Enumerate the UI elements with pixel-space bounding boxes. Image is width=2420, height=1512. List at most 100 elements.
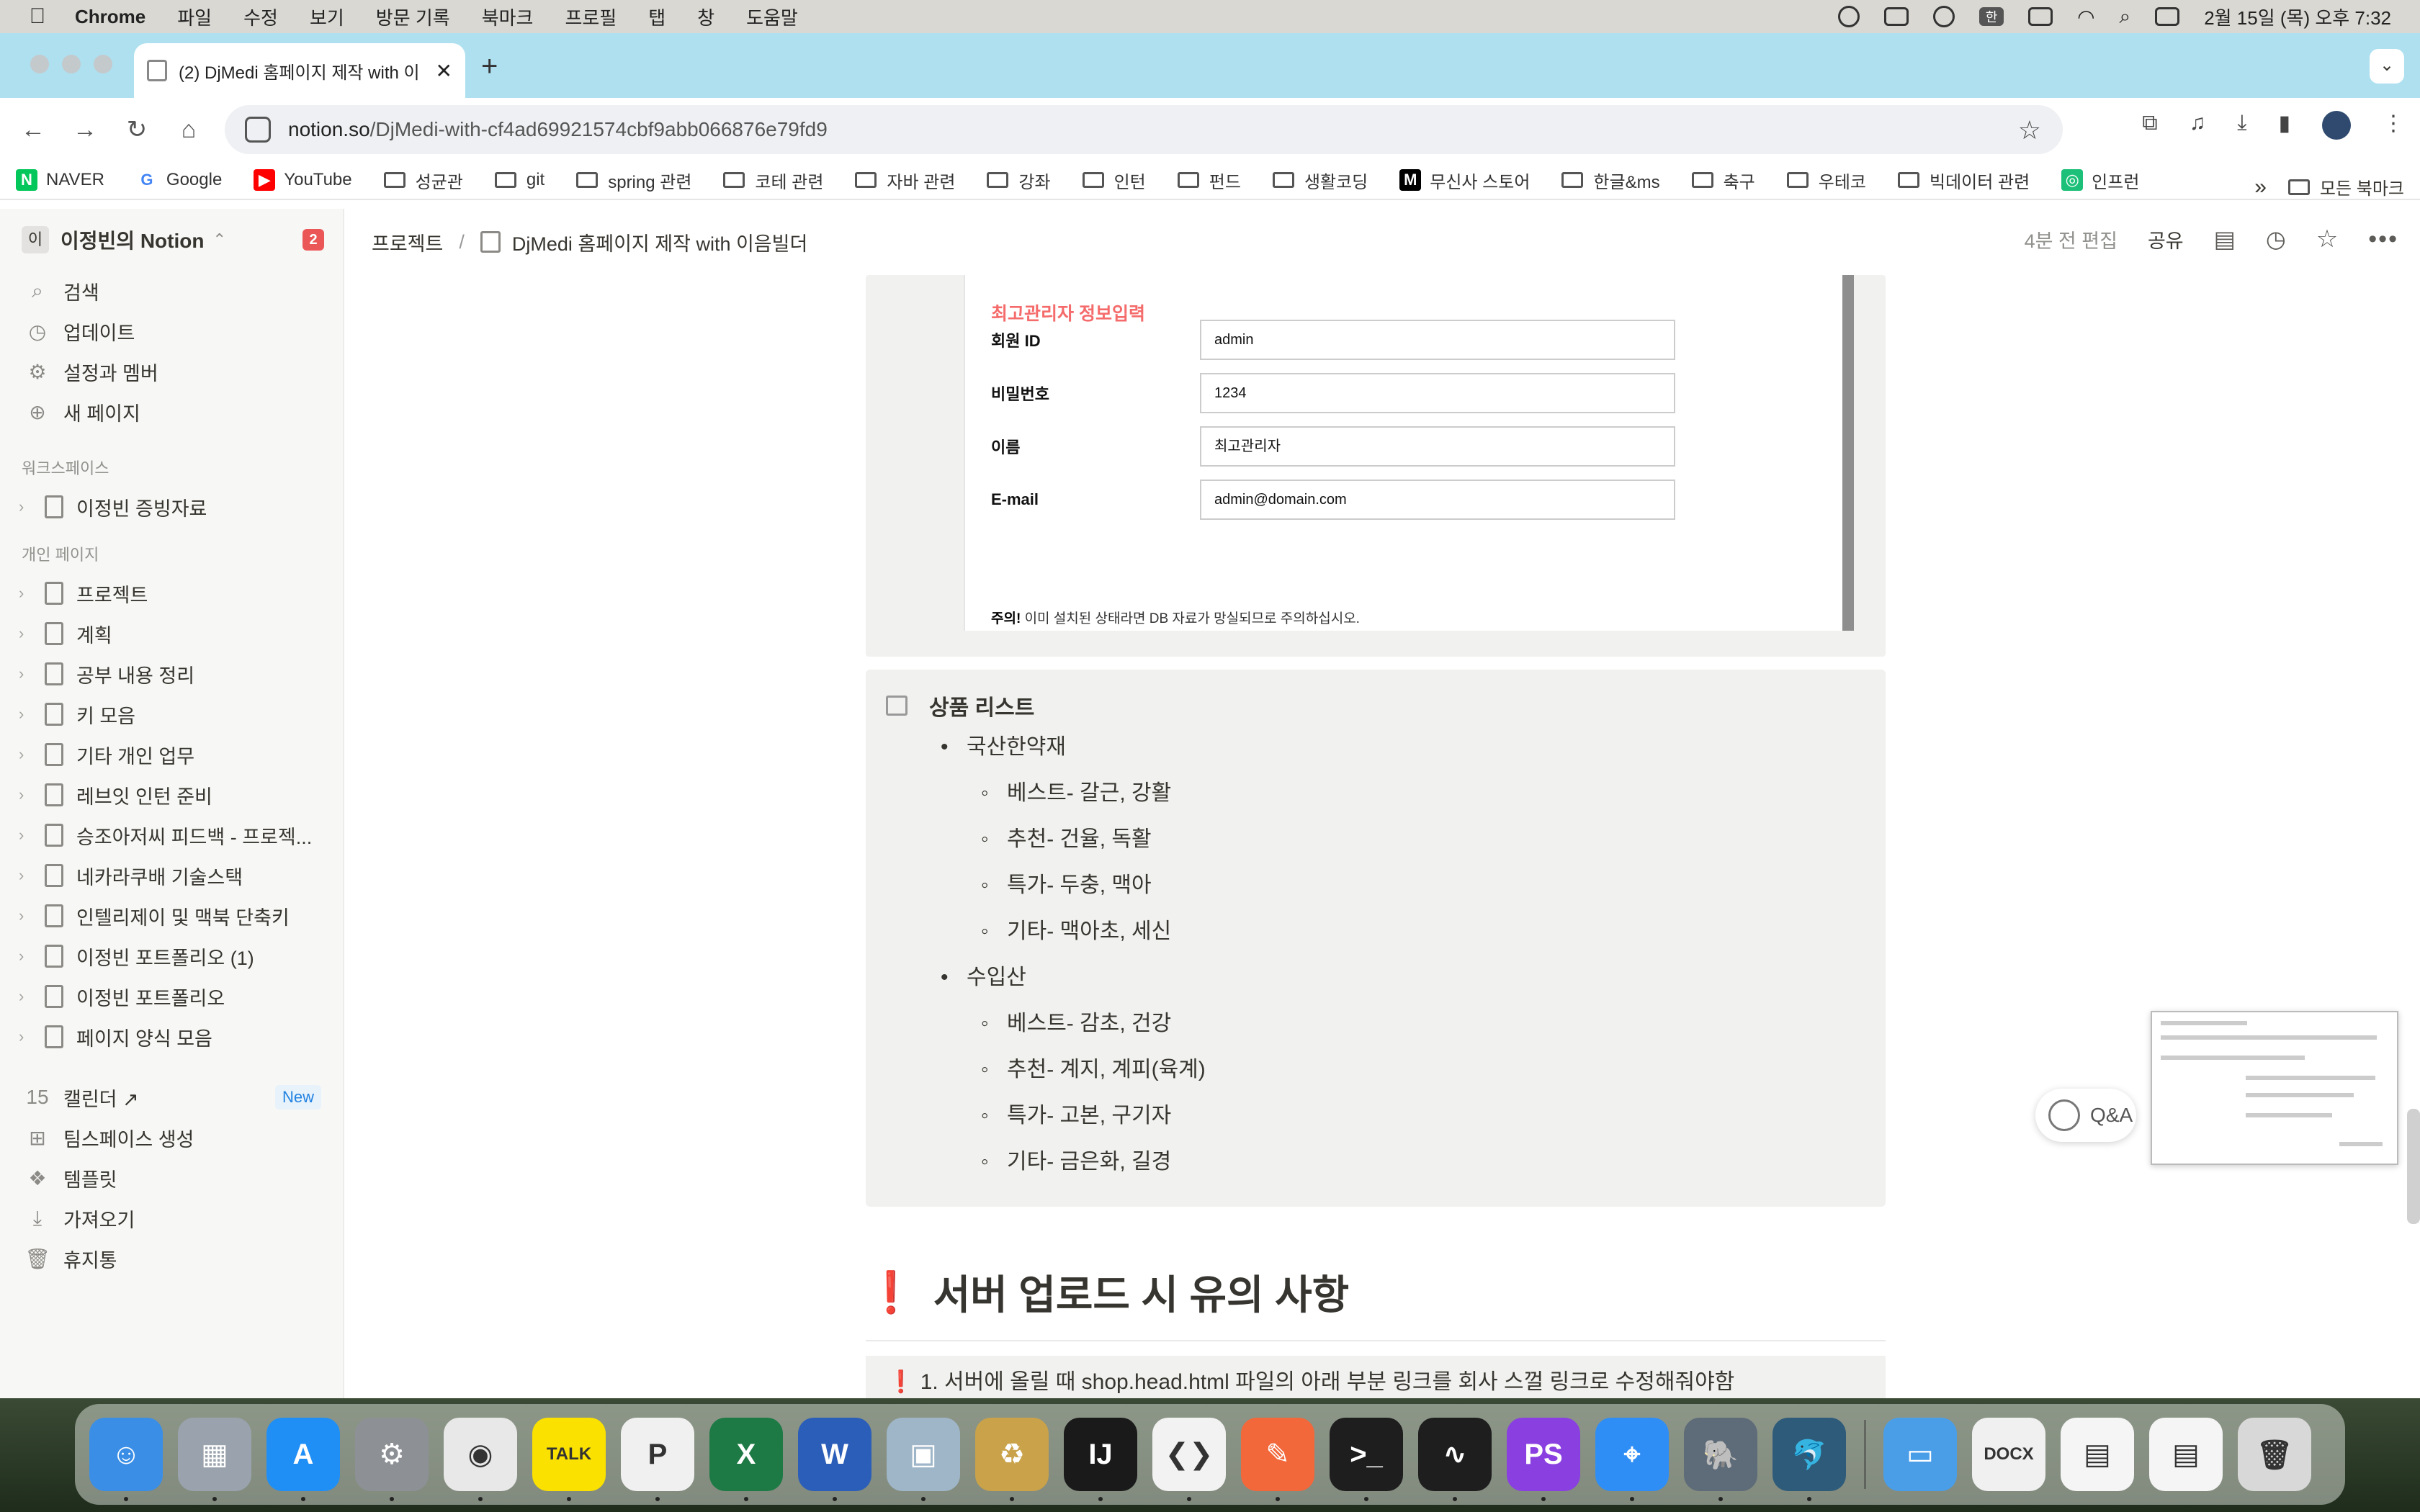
downloads-folder-icon[interactable]: ▭ [1883, 1418, 1957, 1491]
mysql-workbench-icon[interactable]: 🐬 [1773, 1418, 1846, 1501]
apple-icon[interactable]:  [16, 4, 59, 29]
last-edited[interactable]: 4분 전 편집 [2025, 225, 2118, 253]
chevron-right-icon[interactable]: › [19, 1027, 37, 1046]
share-button[interactable]: 공유 [2148, 225, 2184, 253]
menu-bookmarks[interactable]: 북마크 [482, 4, 534, 30]
sidebar-item-calendar[interactable]: 15 캘린더 ↗ New [0, 1077, 343, 1117]
sidebar-page[interactable]: › 승조아저씨 피드백 - 프로젝... [0, 815, 343, 855]
control-center-icon[interactable] [2155, 7, 2180, 26]
bookmark-item[interactable]: 축구 [1691, 168, 1755, 193]
site-info-icon[interactable] [245, 117, 271, 143]
back-icon[interactable]: ← [7, 116, 59, 144]
notification-icon[interactable] [1838, 6, 1860, 27]
recent-file-icon[interactable]: ▤ [2061, 1418, 2134, 1491]
profile-avatar[interactable] [2322, 111, 2351, 140]
docx-file-icon[interactable]: DOCX [1972, 1418, 2045, 1491]
chevron-right-icon[interactable]: › [19, 987, 37, 1006]
downloads-icon[interactable]: ⤓ [2237, 111, 2246, 140]
private-section-label[interactable]: 개인 페이지 [0, 537, 343, 573]
breadcrumb-project[interactable]: 프로젝트 [372, 228, 443, 256]
sidebar-page[interactable]: › 인텔리제이 및 맥북 단축키 [0, 896, 343, 936]
bookmark-item[interactable]: 강좌 [987, 168, 1051, 193]
system-settings-icon[interactable]: ⚙ [355, 1418, 429, 1501]
history-icon[interactable]: ◷ [2266, 225, 2286, 253]
bookmark-item[interactable]: G Google [135, 169, 222, 191]
qa-button[interactable]: Q&A [2035, 1089, 2136, 1142]
pen-tool-icon[interactable]: ✎ [1241, 1418, 1314, 1501]
bookmark-item[interactable]: spring 관련 [576, 168, 691, 193]
input-source-icon[interactable]: 한 [1979, 7, 2004, 26]
safari-icon[interactable]: ⌖ [1595, 1418, 1669, 1501]
bookmark-item[interactable]: ▶ YouTube [254, 169, 352, 191]
more-options-icon[interactable]: ••• [2368, 225, 2398, 253]
breadcrumb-page[interactable]: DjMedi 홈페이지 제작 with 이음빌더 [512, 228, 807, 256]
activity-monitor-icon[interactable]: ∿ [1418, 1418, 1492, 1501]
new-tab-button[interactable]: + [481, 50, 498, 83]
embedded-image-block[interactable]: 최고관리자 정보입력 회원 ID admin 비밀번호 1234 이름 최고관리자 E-ma… [866, 275, 1886, 657]
play-icon[interactable] [1933, 6, 1955, 27]
all-bookmarks-button[interactable]: 모든 북마크 [2287, 174, 2404, 199]
vscode-icon[interactable]: ❮❯ [1152, 1418, 1226, 1501]
menu-edit[interactable]: 수정 [243, 4, 278, 30]
menubar-clock[interactable]: 2월 15일 (목) 오후 7:32 [2204, 4, 2391, 30]
media-controls-icon[interactable]: ♫ [2190, 111, 2206, 140]
active-tab[interactable]: (2) DjMedi 홈페이지 제작 with 이 ✕ [134, 43, 465, 98]
tableplus-elephant-icon[interactable]: 🐘 [1684, 1418, 1757, 1501]
recent-file-2-icon[interactable]: ▤ [2149, 1418, 2223, 1491]
bookmark-item[interactable]: 한글&ms [1561, 168, 1660, 193]
sidebar-item-clock[interactable]: ◷ 업데이트 [0, 311, 343, 351]
chevron-right-icon[interactable]: › [19, 624, 37, 643]
bookmark-item[interactable]: 자바 관련 [855, 168, 955, 193]
comments-icon[interactable]: ▤ [2214, 225, 2236, 253]
menu-help[interactable]: 도움말 [746, 4, 798, 30]
sidebar-item-plus-circle[interactable]: ⊕ 새 페이지 [0, 392, 343, 432]
section-heading[interactable]: ❗ 서버 업로드 시 유의 사항 [866, 1263, 1886, 1341]
menu-view[interactable]: 보기 [310, 4, 344, 30]
bookmark-item[interactable]: 우테코 [1786, 168, 1866, 193]
chevron-right-icon[interactable]: › [19, 705, 37, 724]
archive-utility-icon[interactable]: ♻ [975, 1418, 1049, 1501]
sidebar-page[interactable]: › 프로젝트 [0, 573, 343, 613]
address-bar[interactable]: notion.so /DjMedi-with-cf4ad69921574cbf9… [225, 105, 2063, 154]
bookmark-item[interactable]: 펀드 [1177, 168, 1241, 193]
sidebar-page[interactable]: › 네카라쿠배 기술스택 [0, 855, 343, 896]
more-bookmarks-icon[interactable]: » [2254, 175, 2267, 199]
intellij-icon[interactable]: IJ [1064, 1418, 1137, 1501]
tab-search-button[interactable]: ⌄ [2370, 49, 2404, 84]
terminal-icon[interactable]: >_ [1330, 1418, 1403, 1501]
chrome-menu-icon[interactable]: ⋮ [2383, 111, 2404, 140]
trash-icon[interactable]: 🗑 [2238, 1418, 2311, 1491]
menu-chrome[interactable]: Chrome [75, 6, 145, 28]
excel-icon[interactable]: X [709, 1418, 783, 1501]
menu-tab[interactable]: 탭 [648, 4, 666, 30]
menu-history[interactable]: 방문 기록 [376, 4, 450, 30]
chevron-right-icon[interactable]: › [19, 745, 37, 764]
window-layout-icon[interactable] [1884, 7, 1909, 26]
zoom-window-button[interactable] [94, 55, 112, 73]
bookmark-item[interactable]: N NAVER [16, 169, 104, 191]
extensions-icon[interactable]: ⧉ [2142, 111, 2157, 140]
spotlight-icon[interactable]: ⌕ [2120, 5, 2131, 29]
chevron-right-icon[interactable]: › [19, 665, 37, 683]
powerpoint-icon[interactable]: P [621, 1418, 694, 1501]
battery-icon[interactable] [2028, 7, 2053, 26]
menu-file[interactable]: 파일 [177, 4, 212, 30]
bookmark-item[interactable]: 생활코딩 [1272, 168, 1368, 193]
close-window-button[interactable] [30, 55, 49, 73]
screenshot-thumbnail-preview[interactable] [2151, 1011, 2398, 1165]
bookmark-item[interactable]: 성균관 [383, 168, 463, 193]
sidebar-item-import[interactable]: ⤓ 가져오기 [0, 1198, 343, 1238]
chevron-right-icon[interactable]: › [19, 826, 37, 845]
sidebar-page[interactable]: › 이정빈 증빙자료 [0, 487, 343, 527]
wifi-icon[interactable]: ◠ [2077, 5, 2094, 29]
menu-profiles[interactable]: 프로필 [565, 4, 617, 30]
favorite-star-icon[interactable]: ☆ [2316, 225, 2338, 253]
notification-badge[interactable]: 2 [302, 229, 324, 251]
forward-icon[interactable]: → [59, 116, 111, 144]
menu-window[interactable]: 창 [697, 4, 714, 30]
chrome-icon[interactable]: ◉ [444, 1418, 517, 1501]
chevron-right-icon[interactable]: › [19, 947, 37, 966]
bookmark-item[interactable]: ◎ 인프런 [2061, 168, 2139, 193]
side-panel-icon[interactable]: ▮ [2278, 111, 2290, 140]
bookmark-item[interactable]: 코테 관련 [723, 168, 823, 193]
